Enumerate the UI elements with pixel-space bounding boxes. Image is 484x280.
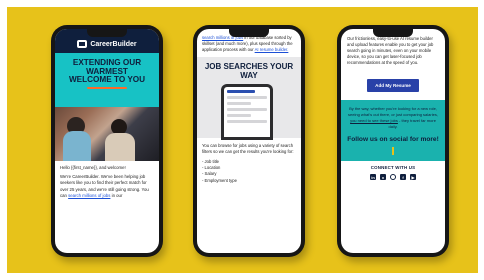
phone-notch xyxy=(373,29,413,37)
app-mockup xyxy=(197,84,301,141)
connect-title: CONNECT WITH US xyxy=(370,165,416,171)
ai-resume-builder-link[interactable]: AI resume builder. xyxy=(255,47,289,52)
phone-notch xyxy=(87,29,127,37)
greeting: Hello {{first_name}}, and welcome! xyxy=(60,165,126,170)
welcome-banner: EXTENDING OUR WARMEST WELCOME TO YOU xyxy=(55,53,159,107)
filters-section: You can browse for jobs using a variety … xyxy=(197,138,301,189)
phone-notch xyxy=(229,29,269,37)
canvas: CareerBuilder EXTENDING OUR WARMEST WELC… xyxy=(0,0,484,280)
twitter-icon[interactable]: x xyxy=(380,174,386,181)
search-jobs-link[interactable]: search millions of jobs xyxy=(68,193,110,198)
phone-job-search: search millions of jobs in our database … xyxy=(193,25,305,257)
filters-intro: You can browse for jobs using a variety … xyxy=(202,143,294,155)
filter-item: - Employment type xyxy=(202,177,237,183)
hero-photo xyxy=(55,107,159,161)
brand-name: CareerBuilder xyxy=(90,40,137,48)
instagram-icon[interactable] xyxy=(390,174,396,181)
mockup-device xyxy=(221,84,273,141)
facebook-icon[interactable]: f xyxy=(400,174,406,181)
careerbuilder-logo-icon xyxy=(77,40,88,48)
headline-underline xyxy=(87,86,127,89)
youtube-icon[interactable]: ▶ xyxy=(410,174,416,181)
social-icons: in x f ▶ xyxy=(347,174,439,181)
social-card-text: By the way, whether you're looking for a… xyxy=(348,106,438,129)
phone-screen: CareerBuilder EXTENDING OUR WARMEST WELC… xyxy=(55,29,159,253)
see-jobs-link[interactable]: you need to see these jobs xyxy=(350,118,398,123)
divider-line xyxy=(392,147,394,156)
section-heading: JOB SEARCHES YOUR WAY xyxy=(197,57,301,85)
phone-screen: search millions of jobs in our database … xyxy=(197,29,301,253)
add-resume-button[interactable]: Add My Resume xyxy=(367,79,419,93)
intro-paragraph: We're CareerBuilder. We've been helping … xyxy=(60,174,149,198)
welcome-body: Hello {{first_name}}, and welcome! We're… xyxy=(55,161,159,206)
linkedin-icon[interactable]: in xyxy=(370,174,376,181)
headline-line-3: WELCOME TO YOU xyxy=(68,75,146,85)
social-card: By the way, whether you're looking for a… xyxy=(341,100,445,162)
phone-screen: Our frictionless, easy-to-use AI resume … xyxy=(341,29,445,253)
phone-resume: Our frictionless, easy-to-use AI resume … xyxy=(337,25,449,257)
connect-section: CONNECT WITH US in x f ▶ xyxy=(341,161,445,181)
follow-heading: Follow us on social for more! xyxy=(347,135,439,143)
phone-welcome: CareerBuilder EXTENDING OUR WARMEST WELC… xyxy=(51,25,163,257)
